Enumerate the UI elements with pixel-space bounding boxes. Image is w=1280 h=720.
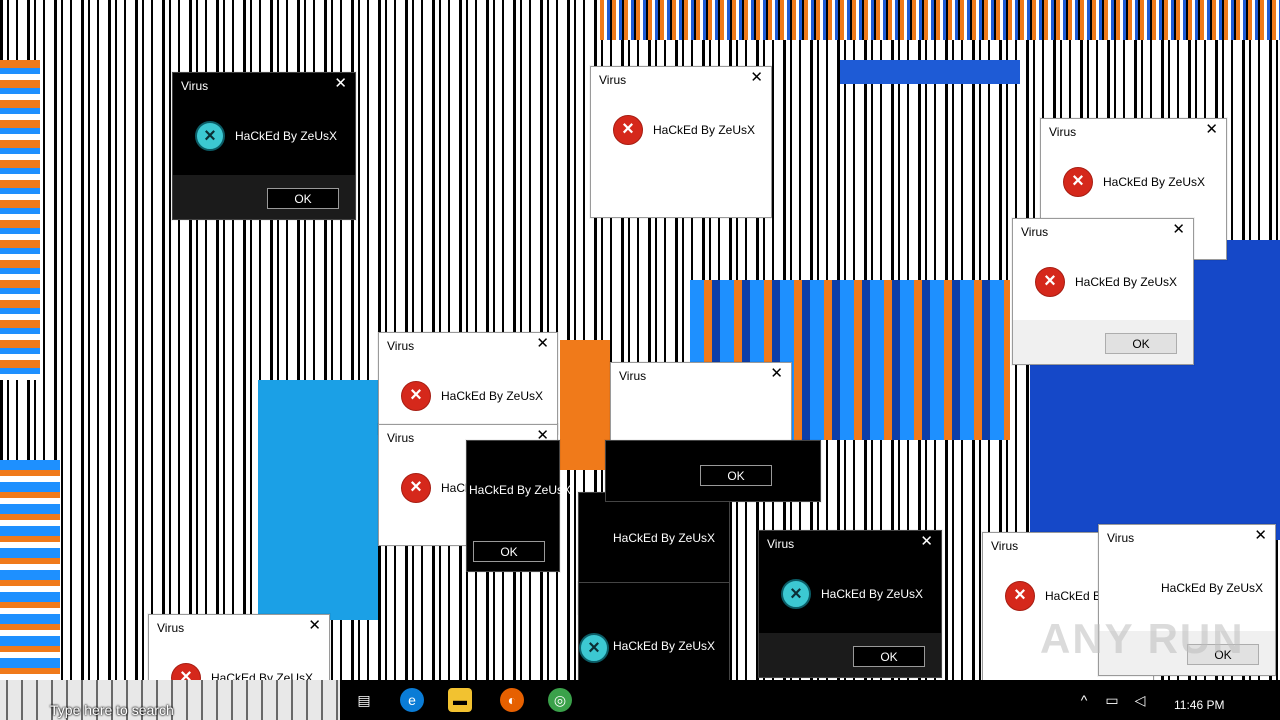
- error-x-icon: ×: [1035, 267, 1065, 297]
- dialog-footer: OK: [759, 633, 941, 677]
- error-x-icon: ×: [579, 633, 609, 663]
- dialog-message: HaCkEd By ZeUsX: [235, 129, 338, 143]
- error-x-icon: ×: [1063, 167, 1093, 197]
- taskbar: Type here to search ▤ e ▬ ◐ ◎ ^ ▭ ◁ 11:4…: [0, 680, 1280, 720]
- search-placeholder: Type here to search: [50, 702, 174, 718]
- dialog-title: Virus: [1049, 125, 1077, 139]
- glitch-block: [258, 380, 378, 620]
- error-x-icon: ×: [401, 473, 431, 503]
- glitch-block: [600, 0, 1280, 40]
- close-icon[interactable]: ✕: [770, 365, 783, 383]
- close-icon[interactable]: ✕: [920, 533, 933, 551]
- virus-dialog: Virus ✕ × HaCkEd By ZeUsX OK: [1012, 218, 1194, 365]
- close-icon[interactable]: ✕: [1254, 527, 1267, 545]
- dialog-title: Virus: [619, 369, 647, 383]
- virus-dialog-dark: Virus ✕ × HaCkEd By ZeUsX OK: [758, 530, 942, 678]
- virus-dialog: Virus ✕ × HaCkEd By ZeUsX: [378, 332, 558, 434]
- ok-button[interactable]: OK: [853, 646, 925, 667]
- dialog-title: Virus: [387, 431, 415, 445]
- ok-button[interactable]: OK: [700, 465, 772, 486]
- virus-dialog-dark: Virus ✕ × HaCkEd By ZeUsX OK: [172, 72, 356, 220]
- close-icon[interactable]: ✕: [536, 335, 549, 353]
- dialog-title: Virus: [599, 73, 627, 87]
- virus-dialog-dark: HaCkEd By ZeUsX OK: [466, 440, 571, 572]
- close-icon[interactable]: ✕: [308, 617, 321, 635]
- error-x-icon: ×: [613, 115, 643, 145]
- dialog-title: Virus: [1021, 225, 1049, 239]
- dialog-message: HaCkEd By ZeUsX: [1075, 275, 1178, 289]
- glitch-block: [840, 60, 1020, 84]
- glitch-block: [560, 340, 610, 470]
- dialog-message: HaCkEd By ZeUsX: [653, 123, 756, 137]
- clock[interactable]: 11:46 PM: [1174, 698, 1224, 712]
- close-icon[interactable]: ✕: [750, 69, 763, 87]
- glitch-block: [0, 460, 60, 680]
- error-x-icon: ×: [1005, 581, 1035, 611]
- edge-icon[interactable]: e: [400, 688, 424, 712]
- virus-dialog: Virus ✕: [610, 362, 792, 444]
- virus-dialog: Virus ✕ × HaCkEd By ZeUsX: [590, 66, 772, 218]
- dialog-message: HaCkEd By ZeUsX: [821, 587, 924, 601]
- ok-button[interactable]: OK: [473, 541, 545, 562]
- close-icon[interactable]: ✕: [334, 75, 347, 93]
- dialog-message: HaCkEd By ZeUsX: [1103, 175, 1206, 189]
- watermark: ANY RUN: [1040, 615, 1245, 662]
- ok-button[interactable]: OK: [267, 188, 339, 209]
- dialog-footer: OK: [1013, 320, 1193, 364]
- search-box[interactable]: Type here to search: [0, 680, 340, 720]
- dialog-message: HaCkEd By ZeUsX: [441, 389, 544, 403]
- error-x-icon: ×: [401, 381, 431, 411]
- dialog-title: Virus: [181, 79, 209, 93]
- firefox-icon[interactable]: ◐: [500, 688, 524, 712]
- virus-dialog-dark: OK: [605, 440, 821, 502]
- app-icon[interactable]: ◎: [548, 688, 572, 712]
- virus-dialog-dark: × HaCkEd By ZeUsX: [578, 582, 730, 682]
- dialog-title: Virus: [387, 339, 415, 353]
- dialog-title: Virus: [157, 621, 185, 635]
- glitch-block: [0, 60, 40, 380]
- dialog-footer: OK: [173, 175, 355, 219]
- dialog-title: Virus: [1107, 531, 1135, 545]
- dialog-message: HaCkEd By ZeUsX: [469, 483, 572, 497]
- dialog-title: Virus: [991, 539, 1019, 553]
- task-view-icon[interactable]: ▤: [352, 688, 376, 712]
- dialog-message: HaCkEd By ZeUsX: [613, 639, 716, 653]
- chevron-up-icon[interactable]: ^: [1072, 688, 1096, 712]
- file-explorer-icon[interactable]: ▬: [448, 688, 472, 712]
- dialog-message: HaCkEd By ZeUsX: [613, 531, 716, 545]
- ok-button[interactable]: OK: [1105, 333, 1177, 354]
- error-x-icon: ×: [195, 121, 225, 151]
- network-icon[interactable]: ▭: [1100, 688, 1124, 712]
- dialog-title: Virus: [767, 537, 795, 551]
- error-x-icon: ×: [781, 579, 811, 609]
- volume-icon[interactable]: ◁: [1128, 688, 1152, 712]
- dialog-message: HaCkEd By ZeUsX: [1161, 581, 1264, 595]
- close-icon[interactable]: ✕: [1205, 121, 1218, 139]
- close-icon[interactable]: ✕: [1172, 221, 1185, 239]
